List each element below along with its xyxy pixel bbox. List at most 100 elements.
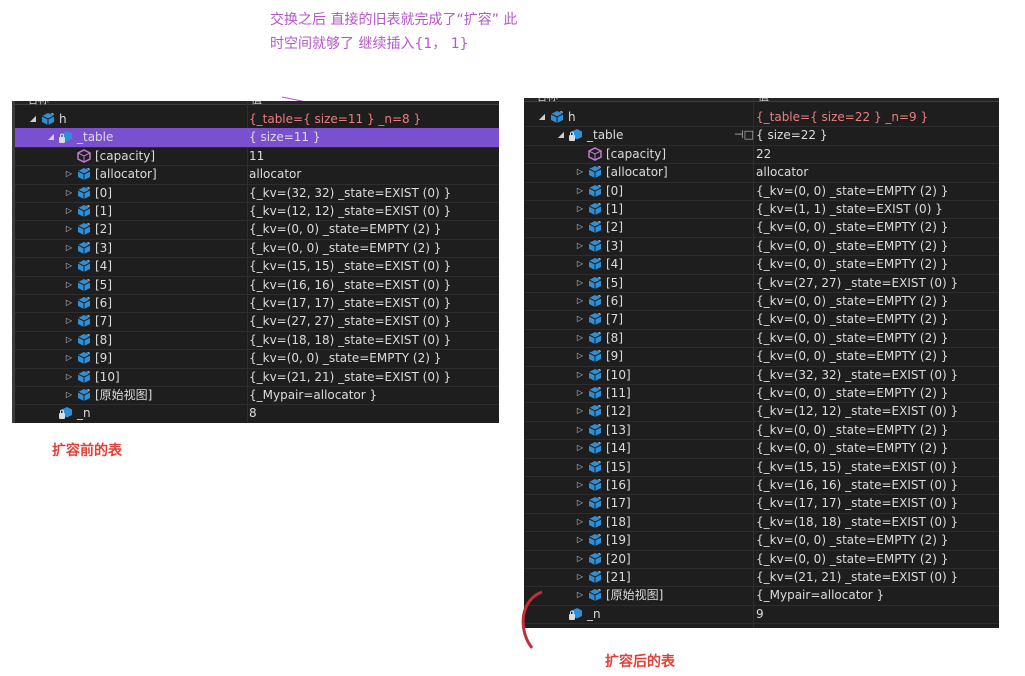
watch-row-value[interactable]: {_kv=(0, 0) _state=EMPTY (2) } [756,182,948,200]
watch-row[interactable]: ▷ [12] {_kv=(12, 12) _state=EXIST (0) } [524,402,999,422]
column-header-value[interactable]: 值 [758,98,769,104]
watch-row-value[interactable]: 8 [249,404,257,422]
pin-icon[interactable]: ⊣□ [734,126,754,144]
expand-arrow-icon[interactable]: ▷ [576,163,584,181]
watch-row-value[interactable]: {_kv=(0, 0) _state=EMPTY (2) } [756,310,948,328]
watch-row-value[interactable]: {_kv=(16, 16) _state=EXIST (0) } [756,476,958,494]
watch-row[interactable]: ▷ [原始视图] {_Mypair=allocator } [15,386,499,406]
expand-arrow-icon[interactable]: ▷ [65,184,73,202]
watch-row-value[interactable]: {_kv=(27, 27) _state=EXIST (0) } [249,312,451,330]
watch-row[interactable]: ▷ [2] {_kv=(0, 0) _state=EMPTY (2) } [524,218,999,238]
expand-arrow-icon[interactable]: ▷ [576,494,584,512]
expand-arrow-icon[interactable]: ▷ [65,312,73,330]
watch-row-value[interactable]: { size=22 } [756,126,828,144]
watch-row[interactable]: ▷ [6] {_kv=(0, 0) _state=EMPTY (2) } [524,292,999,312]
column-header-name[interactable]: 名称 [536,98,558,104]
watch-row[interactable]: ▷ [allocator] allocator [524,163,999,183]
watch-row-value[interactable]: {_table={ size=11 } _n=8 } [249,110,421,128]
collapse-arrow-icon[interactable]: ◢ [557,126,565,144]
watch-row[interactable]: ▷ [20] {_kv=(0, 0) _state=EMPTY (2) } [524,550,999,569]
watch-row-value[interactable]: {_kv=(0, 0) _state=EMPTY (2) } [756,421,948,439]
watch-row[interactable]: ▷ [0] {_kv=(32, 32) _state=EXIST (0) } [15,184,499,203]
watch-row-value[interactable]: {_kv=(1, 1) _state=EXIST (0) } [756,200,943,218]
expand-arrow-icon[interactable]: ▷ [65,239,73,257]
watch-row[interactable]: ▷ [5] {_kv=(27, 27) _state=EXIST (0) } [524,274,999,293]
watch-row-value[interactable]: {_Mypair=allocator } [249,386,377,404]
collapse-arrow-icon[interactable]: ◢ [47,128,55,146]
watch-row[interactable]: ▷ [2] {_kv=(0, 0) _state=EMPTY (2) } [15,220,499,240]
expand-arrow-icon[interactable]: ▷ [576,421,584,439]
expand-arrow-icon[interactable]: ▷ [65,202,73,220]
expand-arrow-icon[interactable]: ▷ [576,568,584,586]
watch-row-value[interactable]: {_kv=(0, 0) _state=EMPTY (2) } [756,255,948,273]
watch-row-value[interactable]: {_kv=(0, 0) _state=EMPTY (2) } [756,218,948,236]
expand-arrow-icon[interactable]: ▷ [65,368,73,386]
watch-row-value[interactable]: {_kv=(0, 0) _state=EMPTY (2) } [756,550,948,568]
expand-arrow-icon[interactable]: ▷ [576,439,584,457]
expand-arrow-icon[interactable]: ▷ [576,586,584,604]
column-header-name[interactable]: 名称 [27,101,49,107]
watch-row[interactable]: ▷ [19] {_kv=(0, 0) _state=EMPTY (2) } [524,531,999,551]
watch-row[interactable]: ▷ [3] {_kv=(0, 0) _state=EMPTY (2) } [15,239,499,259]
expand-arrow-icon[interactable]: ▷ [65,349,73,367]
watch-row[interactable]: ▷ [10] {_kv=(32, 32) _state=EXIST (0) } [524,366,999,385]
expand-arrow-icon[interactable]: ▷ [65,294,73,312]
watch-row[interactable]: [capacity] 11 [15,147,499,167]
watch-row-value[interactable]: {_Mypair=allocator } [756,586,884,604]
expand-arrow-icon[interactable]: ▷ [576,329,584,347]
watch-row-value[interactable]: { size=11 } [249,128,321,146]
watch-row[interactable]: ▷ [17] {_kv=(17, 17) _state=EXIST (0) } [524,494,999,514]
watch-row[interactable]: ▷ [10] {_kv=(21, 21) _state=EXIST (0) } [15,368,499,387]
watch-row-value[interactable]: {_kv=(32, 32) _state=EXIST (0) } [249,184,451,202]
watch-row[interactable]: ▷ [1] {_kv=(12, 12) _state=EXIST (0) } [15,202,499,222]
expand-arrow-icon[interactable]: ▷ [576,182,584,200]
expand-arrow-icon[interactable]: ▷ [65,220,73,238]
watch-row-value[interactable]: 22 [756,145,771,163]
column-header-value[interactable]: 值 [251,101,262,107]
watch-row[interactable]: ▷ [21] {_kv=(21, 21) _state=EXIST (0) } [524,568,999,588]
expand-arrow-icon[interactable]: ▷ [576,550,584,568]
watch-row[interactable]: ▷ [原始视图] {_Mypair=allocator } [524,586,999,606]
watch-row[interactable]: ▷ [16] {_kv=(16, 16) _state=EXIST (0) } [524,476,999,496]
watch-row[interactable]: ▷ [allocator] allocator [15,165,499,185]
watch-row[interactable]: ▷ [4] {_kv=(15, 15) _state=EXIST (0) } [15,257,499,277]
watch-row-value[interactable]: {_kv=(18, 18) _state=EXIST (0) } [249,331,451,349]
watch-row[interactable]: ▷ [7] {_kv=(27, 27) _state=EXIST (0) } [15,312,499,332]
watch-row[interactable]: ▷ [15] {_kv=(15, 15) _state=EXIST (0) } [524,458,999,477]
expand-arrow-icon[interactable]: ▷ [576,255,584,273]
expand-arrow-icon[interactable]: ▷ [576,384,584,402]
watch-row[interactable]: ▷ [1] {_kv=(1, 1) _state=EXIST (0) } [524,200,999,220]
expand-arrow-icon[interactable]: ▷ [576,531,584,549]
collapse-arrow-icon[interactable]: ◢ [538,108,546,126]
watch-row-value[interactable]: {_kv=(21, 21) _state=EXIST (0) } [249,368,451,386]
expand-arrow-icon[interactable]: ▷ [576,274,584,292]
watch-row-value[interactable]: allocator [756,163,808,181]
watch-row-value[interactable]: {_kv=(0, 0) _state=EMPTY (2) } [756,292,948,310]
watch-row[interactable]: ▷ [8] {_kv=(0, 0) _state=EMPTY (2) } [524,329,999,349]
watch-row-value[interactable]: {_kv=(0, 0) _state=EMPTY (2) } [249,220,441,238]
expand-arrow-icon[interactable]: ▷ [576,218,584,236]
watch-row-value[interactable]: {_kv=(16, 16) _state=EXIST (0) } [249,276,451,294]
watch-row[interactable]: ◢ _table ⊣□{ size=22 } [524,126,999,146]
expand-arrow-icon[interactable]: ▷ [576,458,584,476]
watch-row-value[interactable]: {_kv=(0, 0) _state=EMPTY (2) } [756,439,948,457]
expand-arrow-icon[interactable]: ▷ [65,386,73,404]
watch-row-value[interactable]: {_kv=(0, 0) _state=EMPTY (2) } [756,531,948,549]
watch-row[interactable]: ▷ [5] {_kv=(16, 16) _state=EXIST (0) } [15,276,499,295]
watch-row[interactable]: ▷ [14] {_kv=(0, 0) _state=EMPTY (2) } [524,439,999,459]
watch-row-value[interactable]: {_kv=(15, 15) _state=EXIST (0) } [756,458,958,476]
watch-row[interactable]: ▷ [8] {_kv=(18, 18) _state=EXIST (0) } [15,331,499,351]
collapse-arrow-icon[interactable]: ◢ [29,110,37,128]
watch-row-value[interactable]: 9 [756,605,764,623]
watch-row-value[interactable]: {_kv=(0, 0) _state=EMPTY (2) } [756,384,948,402]
watch-row-value[interactable]: {_kv=(0, 0) _state=EMPTY (2) } [249,349,441,367]
watch-row[interactable]: ▷ [18] {_kv=(18, 18) _state=EXIST (0) } [524,513,999,533]
watch-row[interactable]: ▷ [9] {_kv=(0, 0) _state=EMPTY (2) } [15,349,499,369]
watch-row-value[interactable]: {_kv=(21, 21) _state=EXIST (0) } [756,568,958,586]
watch-row-value[interactable]: {_kv=(0, 0) _state=EMPTY (2) } [756,237,948,255]
watch-row-value[interactable]: {_kv=(0, 0) _state=EMPTY (2) } [249,239,441,257]
expand-arrow-icon[interactable]: ▷ [576,200,584,218]
watch-row-value[interactable]: {_kv=(18, 18) _state=EXIST (0) } [756,513,958,531]
watch-row[interactable]: ▷ [6] {_kv=(17, 17) _state=EXIST (0) } [15,294,499,314]
expand-arrow-icon[interactable]: ▷ [576,366,584,384]
